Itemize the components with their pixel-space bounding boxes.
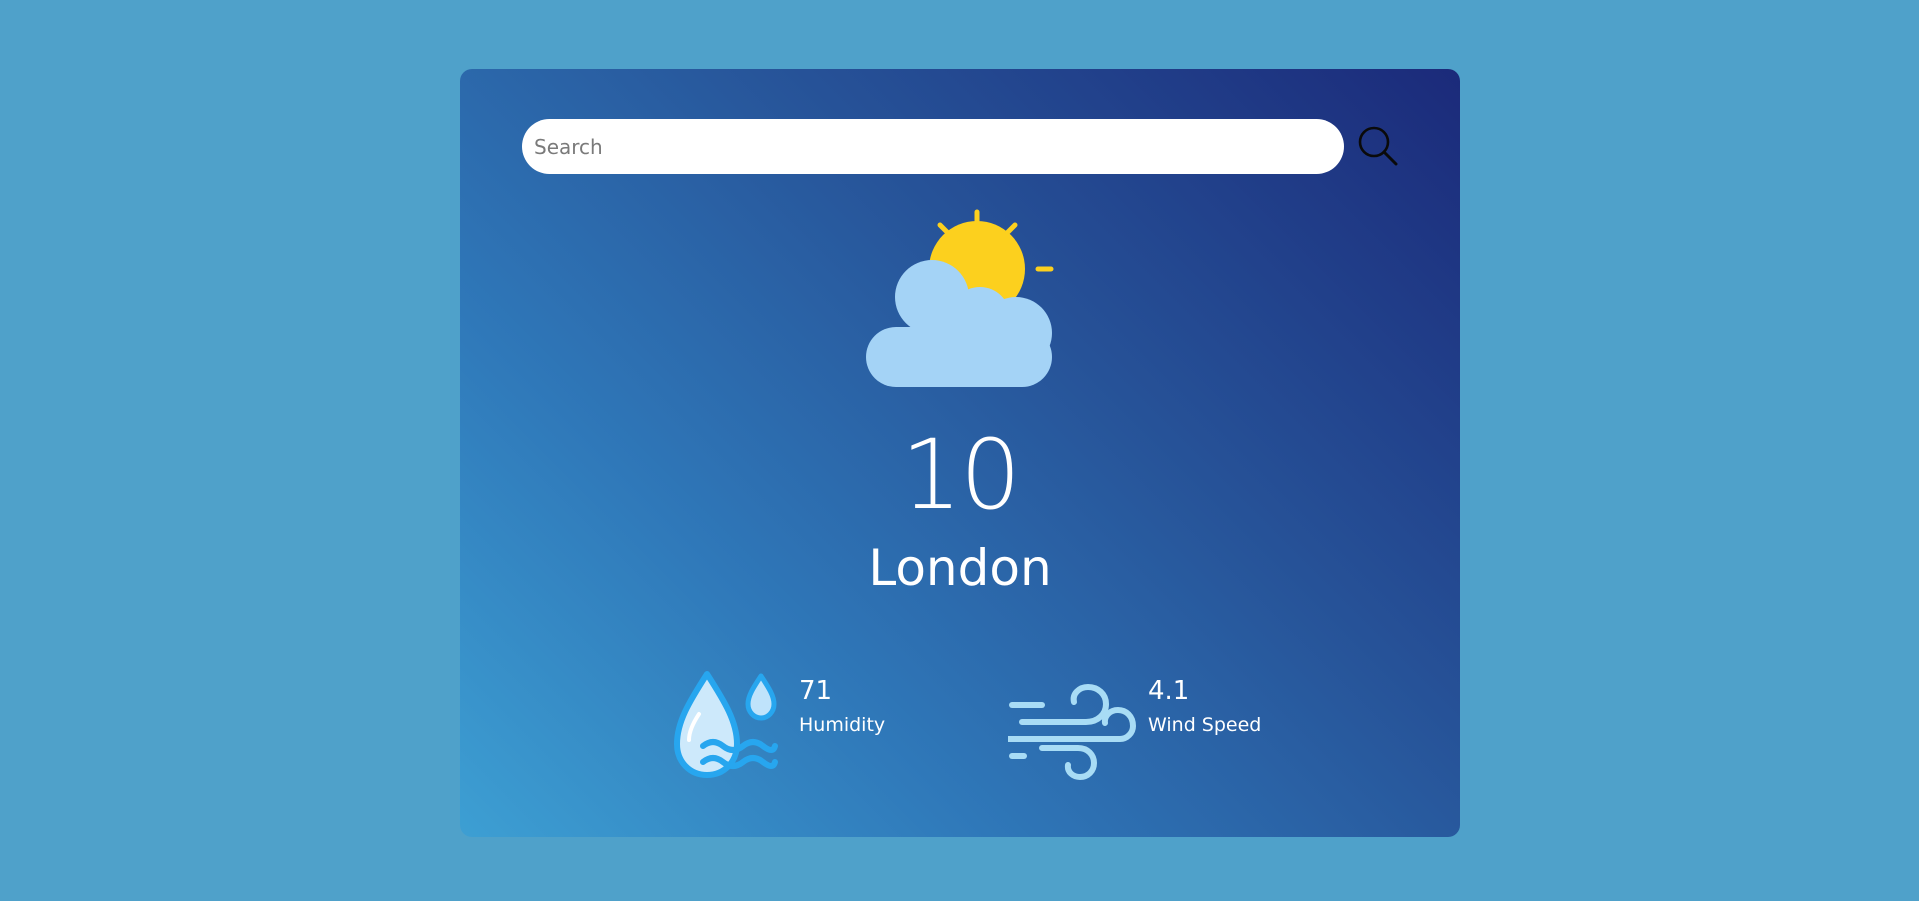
humidity-label: Humidity: [799, 714, 886, 736]
wind-icon: [1008, 683, 1137, 781]
search-button[interactable]: [1356, 125, 1400, 169]
humidity-value: 71: [799, 676, 833, 706]
temperature: 10: [900, 419, 1021, 531]
weather-card: 10 London 71 Humidity 4.1 Wind Speed: [460, 69, 1460, 837]
humidity-icon: [674, 671, 778, 778]
partly-cloudy-icon: [860, 207, 1060, 407]
search-bar: [522, 119, 1402, 174]
search-input[interactable]: [522, 119, 1344, 174]
city-name: London: [868, 539, 1052, 597]
wind-label: Wind Speed: [1148, 714, 1262, 736]
wind-value: 4.1: [1148, 676, 1190, 706]
search-icon: [1358, 126, 1398, 166]
